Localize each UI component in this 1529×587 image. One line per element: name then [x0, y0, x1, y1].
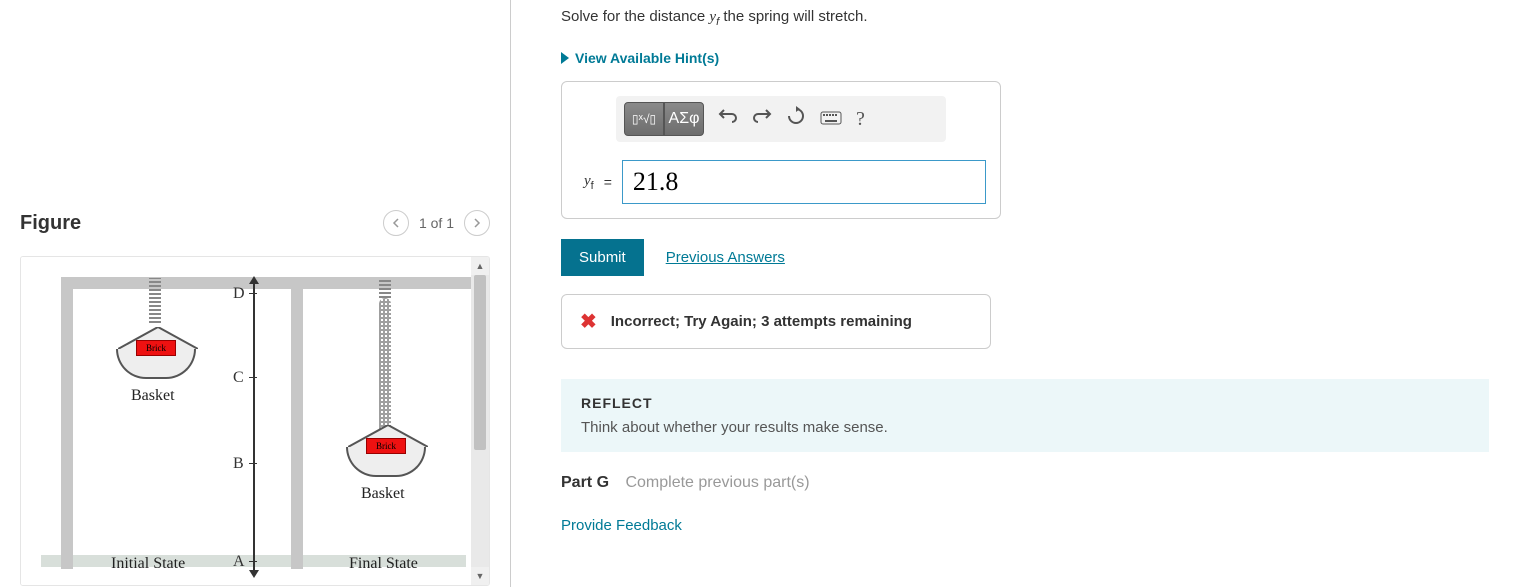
- figure-nav-count: 1 of 1: [419, 215, 454, 231]
- part-g-row: Part G Complete previous part(s): [561, 474, 1489, 492]
- part-g-label: Part G: [561, 474, 609, 491]
- input-label: yf: [584, 173, 594, 192]
- templates-button[interactable]: ▯x√▯: [624, 102, 664, 136]
- figure-next-button[interactable]: [464, 210, 490, 236]
- figure-prev-button[interactable]: [383, 210, 409, 236]
- previous-answers-link[interactable]: Previous Answers: [666, 249, 785, 266]
- instruction-var: yf: [709, 9, 719, 25]
- instruction-pre: Solve for the distance: [561, 8, 709, 25]
- figure-title: Figure: [20, 212, 81, 235]
- axis-label-a: A: [233, 553, 245, 571]
- equals-sign: =: [604, 174, 612, 190]
- help-button[interactable]: ?: [856, 108, 865, 131]
- figure-nav: 1 of 1: [383, 210, 490, 236]
- figure-header: Figure 1 of 1: [20, 210, 490, 236]
- initial-state-label: Initial State: [111, 555, 185, 573]
- hints-toggle[interactable]: View Available Hint(s): [561, 50, 719, 66]
- triangle-right-icon: [561, 52, 569, 64]
- greek-button[interactable]: ΑΣφ: [664, 102, 704, 136]
- instruction-post: the spring will stretch.: [719, 8, 867, 25]
- right-panel: Solve for the distance yf the spring wil…: [511, 0, 1529, 587]
- axis-arrow: [253, 282, 255, 572]
- axis-label-c: C: [233, 369, 244, 387]
- brick-label-initial: Brick: [136, 340, 176, 356]
- hints-toggle-label: View Available Hint(s): [575, 50, 719, 66]
- equation-toolbar: ▯x√▯ ΑΣφ ?: [616, 96, 946, 142]
- figure-box: Brick Brick Basket Basket Initial State …: [20, 256, 490, 586]
- input-row: yf =: [576, 160, 986, 204]
- incorrect-icon: ✖: [580, 309, 597, 334]
- figure-scrollbar[interactable]: ▲ ▼: [471, 257, 489, 585]
- feedback-text: Incorrect; Try Again; 3 attempts remaini…: [611, 313, 912, 330]
- submit-button[interactable]: Submit: [561, 239, 644, 276]
- reflect-text: Think about whether your results make se…: [581, 419, 1469, 436]
- reset-button[interactable]: [786, 106, 806, 132]
- scroll-up-icon[interactable]: ▲: [471, 257, 489, 275]
- provide-feedback-link[interactable]: Provide Feedback: [561, 517, 1489, 534]
- brick-label-final: Brick: [366, 438, 406, 454]
- basket-text-final: Basket: [361, 485, 405, 503]
- left-panel: Figure 1 of 1 Brick Brick: [0, 0, 510, 587]
- reflect-title: REFLECT: [581, 395, 1469, 411]
- part-g-text: Complete previous part(s): [625, 474, 809, 491]
- templates-icon: ▯x√▯: [632, 112, 656, 126]
- greek-icon: ΑΣφ: [669, 110, 700, 128]
- figure-diagram: Brick Brick Basket Basket Initial State …: [21, 257, 471, 585]
- answer-box: ▯x√▯ ΑΣφ ? yf =: [561, 81, 1001, 219]
- undo-button[interactable]: [718, 106, 738, 132]
- submit-row: Submit Previous Answers: [561, 239, 1489, 276]
- axis-label-d: D: [233, 285, 245, 303]
- redo-button[interactable]: [752, 106, 772, 132]
- feedback-box: ✖ Incorrect; Try Again; 3 attempts remai…: [561, 294, 991, 349]
- final-state-label: Final State: [349, 555, 418, 573]
- instruction-text: Solve for the distance yf the spring wil…: [561, 8, 1489, 28]
- basket-text-initial: Basket: [131, 387, 175, 405]
- scroll-down-icon[interactable]: ▼: [471, 567, 489, 585]
- keyboard-button[interactable]: [820, 108, 842, 131]
- axis-label-b: B: [233, 455, 244, 473]
- answer-input[interactable]: [622, 160, 986, 204]
- reflect-box: REFLECT Think about whether your results…: [561, 379, 1489, 452]
